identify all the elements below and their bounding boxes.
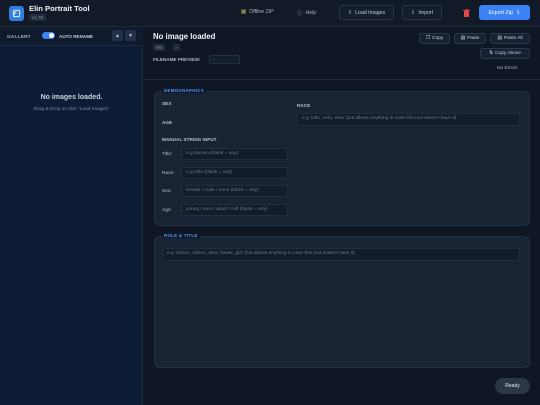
role-title-legend: ROLE & TITLE — [162, 233, 200, 238]
sex-label: SEX — [162, 101, 172, 106]
copy-label: Copy — [432, 36, 444, 41]
export-zip-label: Export Zip — [488, 9, 514, 16]
offline-zip-label: Offline ZIP — [249, 9, 274, 15]
gallery-empty-hint: Drag & Drop or click "Load Images" — [33, 107, 110, 112]
trash-icon — [463, 8, 470, 17]
filename-preview-value: - — [209, 55, 240, 64]
paste-button[interactable]: ▤ Paste — [454, 33, 486, 44]
gallery-label: GALLERY — [7, 34, 31, 39]
app-title: Elin Portrait Tool — [29, 4, 90, 13]
race-label: RACE — [297, 103, 311, 108]
paste-all-button[interactable]: ▤ Paste All — [490, 33, 530, 44]
download-icon: ⇩ — [410, 9, 416, 16]
download-icon: ⇩ — [516, 9, 521, 16]
copy-button[interactable]: ❐ Copy — [419, 33, 450, 44]
copy-icon: ❐ — [425, 36, 431, 41]
top-bar: Elin Portrait Tool v1.78 ▩ Offline ZIP ⓘ… — [0, 0, 540, 27]
manual-string-label: MANUAL STRING INPUT — [162, 137, 217, 142]
package-icon: ▩ — [241, 9, 247, 15]
manual-race-label: Race: — [162, 171, 175, 176]
auto-rename-label: AUTO RENAME — [59, 34, 94, 39]
paste-label: Paste — [467, 36, 480, 41]
copy-above-label: Copy Above — [495, 51, 521, 56]
clipboard-icon: ▤ — [460, 36, 466, 41]
upload-icon: ⇧ — [347, 9, 353, 16]
move-up-button[interactable]: ▲ — [112, 30, 123, 41]
app-logo-icon — [9, 6, 24, 21]
help-circle-icon: ⓘ — [297, 11, 303, 17]
auto-rename-toggle[interactable] — [42, 32, 55, 39]
copy-above-button[interactable]: ⇅ Copy Above — [480, 48, 530, 59]
clear-all-button[interactable] — [459, 5, 474, 20]
export-zip-button[interactable]: Export Zip ⇩ — [479, 5, 530, 20]
import-label: Import — [418, 9, 434, 16]
import-button[interactable]: ⇩ Import — [402, 5, 442, 20]
demographics-legend: DEMOGRAPHICS — [162, 88, 206, 93]
image-counter: 0/0 — [153, 44, 166, 51]
header-divider — [144, 79, 540, 80]
image-index-chip: - — [173, 44, 181, 51]
manual-race-input[interactable]: e.g mifu (blank = any) — [181, 167, 288, 179]
manual-title-label: Title: — [162, 152, 173, 157]
paste-all-label: Paste All — [503, 36, 523, 41]
manual-sex-label: Sex: — [162, 189, 172, 194]
arrow-up-icon: ▲ — [115, 32, 120, 39]
manual-age-label: Age: — [162, 208, 172, 213]
role-title-input[interactable]: e.g 'citizen, citizen_elea, flower_girl'… — [162, 248, 520, 261]
offline-zip-link[interactable]: ▩ Offline ZIP — [241, 9, 274, 15]
arrows-up-icon: ⇅ — [489, 51, 494, 56]
gallery-empty-title: No images loaded. — [40, 94, 103, 101]
manual-title-input[interactable]: e.g baroen (blank = any) — [181, 148, 288, 160]
status-pill: Ready — [495, 378, 530, 394]
move-down-button[interactable]: ▼ — [125, 30, 136, 41]
toggle-knob — [49, 33, 54, 38]
help-label: Help — [305, 10, 317, 16]
age-label: AGE — [162, 120, 173, 125]
filename-preview-label: FILENAME PREVIEW: — [153, 57, 201, 62]
image-title: No image loaded — [153, 32, 216, 41]
version-badge: v1.78 — [29, 14, 47, 21]
gallery-header: GALLERY AUTO RENAME ▲ ▼ — [0, 27, 143, 46]
help-link[interactable]: ⓘ Help — [297, 9, 316, 17]
clipboard-icon: ▤ — [497, 36, 502, 41]
race-input[interactable]: e.g 'mifu, nefu, elea' (but allows anyth… — [297, 113, 520, 126]
load-images-label: Load Images — [355, 9, 386, 16]
load-images-button[interactable]: ⇧ Load Images — [339, 5, 394, 20]
manual-age-input[interactable]: young / teen / adult / milf (blank = any… — [181, 204, 288, 216]
gallery-sidebar: GALLERY AUTO RENAME ▲ ▼ No images loaded… — [0, 27, 143, 405]
arrow-down-icon: ▼ — [128, 32, 133, 39]
validation-status: No Errors — [497, 66, 518, 71]
manual-sex-input[interactable]: female / male / none (blank = any) — [181, 185, 288, 197]
